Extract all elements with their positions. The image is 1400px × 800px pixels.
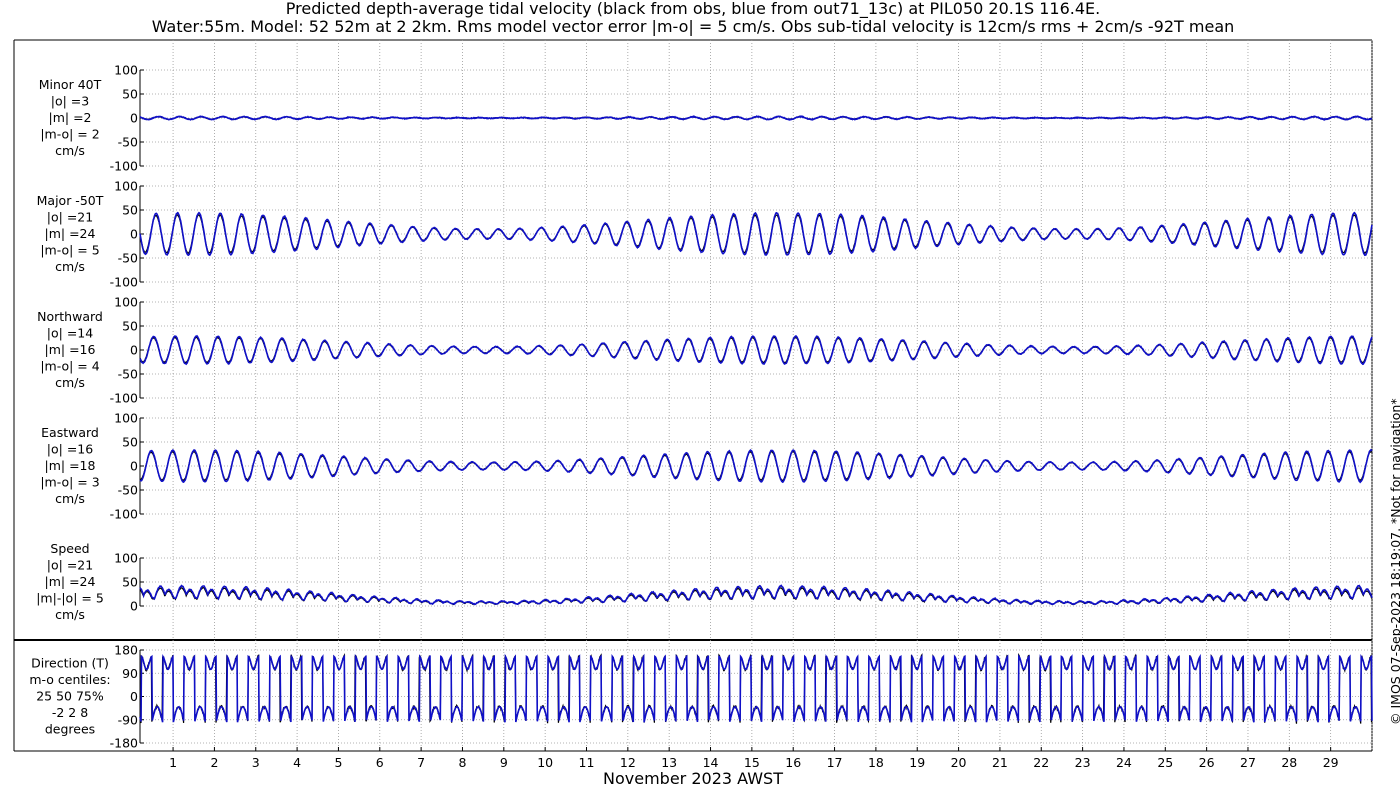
x-axis-ticks: 1 2 3 4 5 6 7 8 9 10 11 12 13 14 15 16 17 18 19 20 21 22 23 24 2…	[169, 747, 1339, 770]
x-tick-label: 24	[1116, 755, 1132, 770]
panel-label-direction: Direction (T) m-o centiles: 25 50 75% -2 2 …	[29, 656, 110, 737]
x-tick-label: 15	[744, 755, 760, 770]
y-tick-label: 100	[114, 411, 138, 426]
y-tick-label: 50	[122, 575, 138, 590]
y-tick-label: 100	[114, 551, 138, 566]
y-tick-label: 100	[114, 179, 138, 194]
y-tick-label: 0	[130, 599, 138, 614]
y-tick-label: 100	[114, 63, 138, 78]
y-tick-label: -90	[118, 712, 138, 727]
x-tick-label: 1	[169, 755, 177, 770]
y-tick-label: 50	[122, 435, 138, 450]
x-tick-label: 4	[293, 755, 301, 770]
panel-direction: 180 90 0 -90 -180Direction (T) m-o centiles: 2…	[29, 643, 1373, 751]
panel-minor: 100 50 0 -50 -100 Minor 40T |o| =3 |m| =2 |m-o| …	[39, 63, 1373, 174]
panel-north: 100 50 0 -50 -100 Northward |o| =14 |m| =16 |m-o…	[37, 295, 1373, 406]
x-tick-label: 25	[1157, 755, 1173, 770]
y-tick-label: 100	[114, 295, 138, 310]
y-tick-label: 0	[130, 111, 138, 126]
x-tick-label: 5	[334, 755, 342, 770]
y-tick-label: 50	[122, 87, 138, 102]
y-tick-label: 0	[130, 689, 138, 704]
x-tick-label: 8	[458, 755, 466, 770]
panel-label-speed: Speed |o| =21 |m| =24 |m|-|o| = 5 cm/s	[36, 541, 104, 622]
grid-layer	[172, 40, 1373, 751]
panel-major: 100 50 0 -50 -100 Major -50T |o| =21 |m| =24 |m-…	[37, 179, 1373, 290]
x-tick-label: 29	[1323, 755, 1339, 770]
y-tick-label: -50	[118, 483, 138, 498]
x-tick-label: 11	[579, 755, 595, 770]
y-tick-label: -50	[118, 251, 138, 266]
panel-label-minor: Minor 40T |o| =3 |m| =2 |m-o| = 2 cm/s	[39, 77, 102, 158]
y-tick-label: 0	[130, 343, 138, 358]
y-tick-label: -50	[118, 135, 138, 150]
y-tick-label: -100	[110, 275, 138, 290]
copyright-notice: © IMOS 07-Sep-2023 18:19:07. *Not for na…	[1388, 398, 1400, 725]
x-tick-label: 6	[376, 755, 384, 770]
x-tick-label: 18	[868, 755, 884, 770]
panel-label-north: Northward |o| =14 |m| =16 |m-o| = 4 cm/s	[37, 309, 103, 390]
x-tick-label: 13	[661, 755, 677, 770]
panel-label-major: Major -50T |o| =21 |m| =24 |m-o| = 5 cm/s	[37, 193, 104, 274]
panel-label-east: Eastward |o| =16 |m| =18 |m-o| = 3 cm/s	[40, 425, 99, 506]
x-tick-label: 27	[1240, 755, 1256, 770]
x-tick-label: 14	[703, 755, 719, 770]
x-tick-label: 10	[537, 755, 553, 770]
x-tick-label: 3	[252, 755, 260, 770]
panel-speed: 100 50 0 Speed |o| =21 |m| =24 |m|-|o| = 5 cm/s	[36, 541, 1373, 622]
y-tick-label: 180	[114, 643, 138, 658]
x-tick-label: 26	[1199, 755, 1215, 770]
y-tick-label: 90	[122, 666, 138, 681]
x-tick-label: 17	[827, 755, 843, 770]
x-tick-label: 19	[909, 755, 925, 770]
x-tick-label: 16	[785, 755, 801, 770]
y-tick-label: -100	[110, 391, 138, 406]
tidal-velocity-figure: 100500-50-100Minor 40T |o| =3 |m| =2 |m-o| …	[13, 39, 1373, 770]
x-tick-label: 12	[620, 755, 636, 770]
x-tick-label: 20	[951, 755, 967, 770]
y-tick-label: -50	[118, 367, 138, 382]
x-tick-label: 28	[1281, 755, 1297, 770]
model-series-direction	[139, 653, 1373, 723]
y-tick-label: -100	[110, 507, 138, 522]
x-tick-label: 7	[417, 755, 425, 770]
x-tick-label: 22	[1033, 755, 1049, 770]
y-tick-label: 0	[130, 459, 138, 474]
x-tick-label: 9	[500, 755, 508, 770]
x-tick-label: 2	[210, 755, 218, 770]
x-axis-label: November 2023 AWST	[603, 769, 783, 788]
y-tick-label: 50	[122, 319, 138, 334]
panels-layer: 100 50 0 -50 -100 Minor 40T |o| =3 |m| =2 |m-o| …	[29, 63, 1373, 751]
y-tick-label: 50	[122, 203, 138, 218]
x-tick-label: 21	[992, 755, 1008, 770]
x-tick-label: 23	[1075, 755, 1091, 770]
y-tick-label: -180	[110, 736, 138, 751]
panel-east: 100 50 0 -50 -100 Eastward |o| =16 |m| =18 |m-o|…	[40, 411, 1373, 522]
y-tick-label: -100	[110, 159, 138, 174]
y-tick-label: 0	[130, 227, 138, 242]
